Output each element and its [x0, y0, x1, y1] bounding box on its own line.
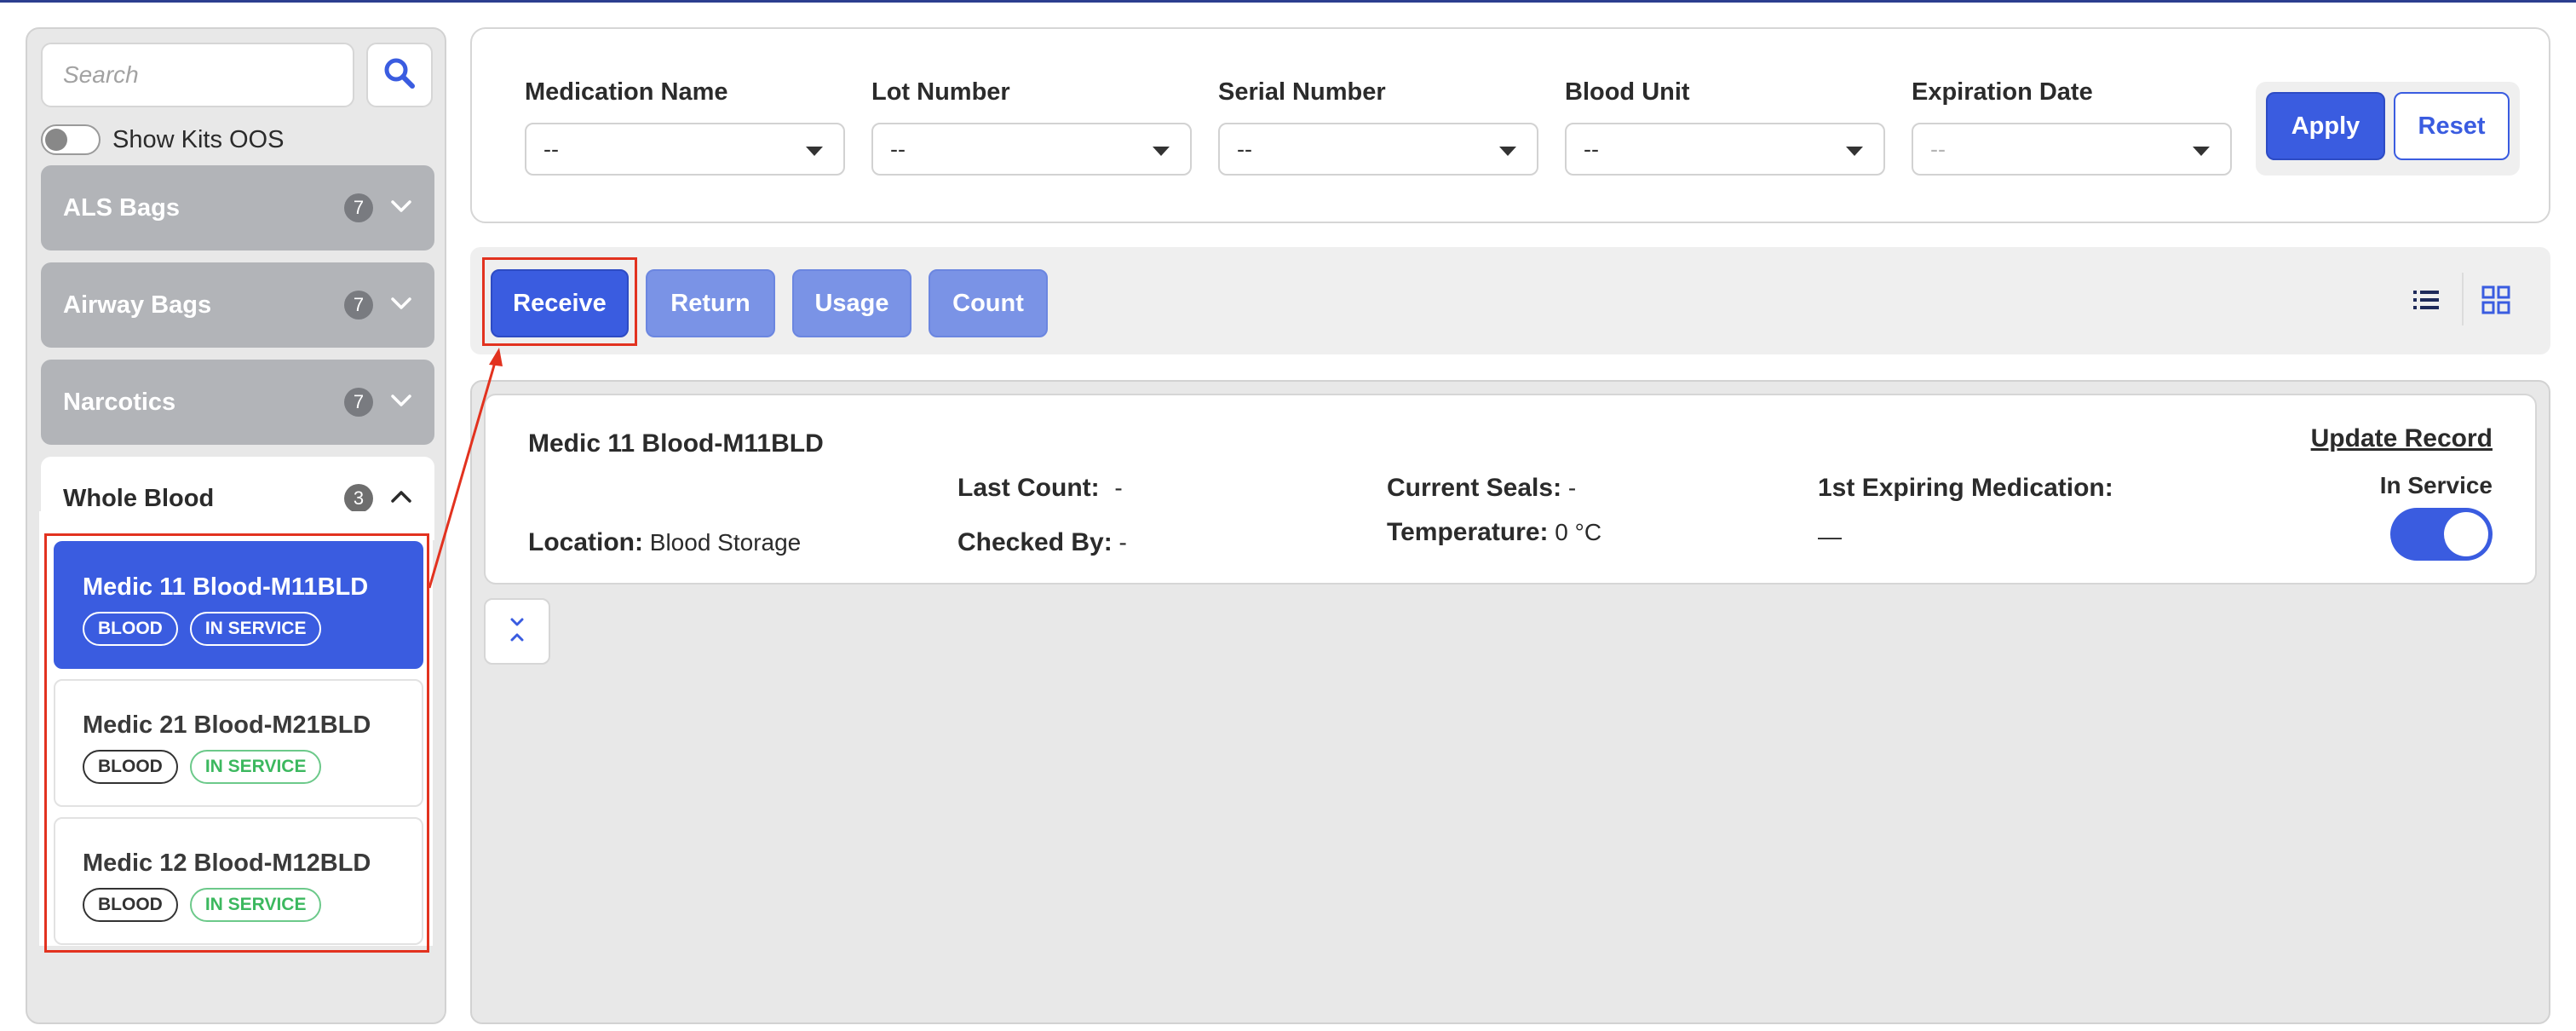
kit-card-m11bld[interactable]: Medic 11 Blood-M11BLD BLOOD IN SERVICE [54, 541, 423, 669]
select-value: -- [1237, 135, 1252, 162]
filter-button-group: Apply Reset [2256, 82, 2520, 176]
filter-label: Medication Name [525, 78, 728, 106]
filter-label: Serial Number [1218, 78, 1386, 106]
location-field: Location: Blood Storage [528, 528, 801, 557]
kit-type-badge: BLOOD [83, 612, 178, 646]
filter-label: Expiration Date [1912, 78, 2093, 106]
caret-down-icon [1499, 147, 1516, 156]
expiration-date-select[interactable]: -- [1912, 123, 2232, 176]
search-button[interactable] [366, 43, 433, 107]
chevron-up-icon [390, 489, 412, 509]
location-label: Location: [528, 528, 643, 556]
kit-card-m21bld[interactable]: Medic 21 Blood-M21BLD BLOOD IN SERVICE [54, 679, 423, 807]
toggle-knob [45, 129, 67, 151]
group-label: Narcotics [63, 388, 176, 416]
show-kits-oos-toggle-row: Show Kits OOS [41, 118, 284, 162]
checked-by-label: Checked By: [957, 528, 1113, 556]
kit-title: Medic 12 Blood-M12BLD [83, 850, 371, 877]
filter-label: Lot Number [871, 78, 1010, 106]
filter-expiration-date: Expiration Date -- [1912, 78, 2232, 176]
first-expiring-label: 1st Expiring Medication: [1818, 474, 2113, 502]
group-airway-bags[interactable]: Airway Bags 7 [41, 262, 434, 348]
usage-button[interactable]: Usage [792, 269, 911, 337]
record-title: Medic 11 Blood-M11BLD [528, 429, 824, 458]
show-kits-oos-toggle[interactable] [41, 124, 101, 155]
kit-title: Medic 11 Blood-M11BLD [83, 573, 369, 601]
update-record-link[interactable]: Update Record [2311, 424, 2493, 453]
temperature-field: Temperature: 0 °C [1387, 518, 1601, 547]
kit-card-m12bld[interactable]: Medic 12 Blood-M12BLD BLOOD IN SERVICE [54, 817, 423, 945]
select-value: -- [890, 135, 906, 162]
collapse-all-button[interactable] [484, 598, 550, 665]
group-count-badge: 7 [344, 388, 373, 417]
kit-status-badge: IN SERVICE [189, 888, 322, 922]
filter-panel: Medication Name -- Lot Number -- Serial … [470, 27, 2550, 223]
caret-down-icon [1153, 147, 1170, 156]
last-count-field: Last Count: - [957, 474, 1123, 503]
chevron-down-icon [390, 296, 412, 315]
filter-medication-name: Medication Name -- [525, 78, 845, 176]
search-icon [382, 56, 417, 95]
last-count-value: - [1114, 475, 1123, 501]
current-seals-value: - [1567, 475, 1577, 501]
filter-lot-number: Lot Number -- [871, 78, 1192, 176]
top-accent-line [0, 0, 2576, 3]
apply-button[interactable]: Apply [2266, 92, 2385, 160]
record-card: Medic 11 Blood-M11BLD Location: Blood St… [484, 394, 2537, 585]
blood-unit-select[interactable]: -- [1565, 123, 1885, 176]
group-count-badge: 7 [344, 193, 373, 222]
filter-serial-number: Serial Number -- [1218, 78, 1538, 176]
group-als-bags[interactable]: ALS Bags 7 [41, 165, 434, 251]
kit-title: Medic 21 Blood-M21BLD [83, 711, 371, 739]
kit-type-badge: BLOOD [83, 750, 178, 784]
reset-button[interactable]: Reset [2394, 92, 2510, 160]
temperature-value: 0 °C [1555, 519, 1602, 545]
in-service-label: In Service [2379, 472, 2493, 498]
group-label: ALS Bags [63, 193, 180, 222]
medication-name-select[interactable]: -- [525, 123, 845, 176]
first-expiring-field: 1st Expiring Medication: [1818, 474, 2113, 503]
kit-type-badge: BLOOD [83, 888, 178, 922]
group-narcotics[interactable]: Narcotics 7 [41, 360, 434, 445]
kit-status-badge: IN SERVICE [189, 612, 322, 646]
group-label: Airway Bags [63, 291, 212, 319]
last-count-label: Last Count: [957, 474, 1100, 502]
kit-list-highlight: Medic 11 Blood-M11BLD BLOOD IN SERVICE M… [44, 533, 429, 953]
filter-label: Blood Unit [1565, 78, 1690, 106]
lot-number-select[interactable]: -- [871, 123, 1192, 176]
chevron-down-icon [390, 393, 412, 412]
location-value: Blood Storage [649, 529, 802, 556]
collapse-chevrons-icon [507, 617, 527, 647]
select-value: -- [543, 135, 559, 162]
caret-down-icon [806, 147, 823, 156]
search-input[interactable] [41, 43, 354, 107]
count-button[interactable]: Count [929, 269, 1048, 337]
toggle-knob [2444, 512, 2488, 556]
chevron-down-icon [390, 199, 412, 218]
first-expiring-value: — [1818, 523, 1842, 550]
group-count-badge: 7 [344, 291, 373, 320]
checked-by-value: - [1118, 529, 1127, 556]
grid-view-icon[interactable] [2479, 283, 2513, 317]
current-seals-field: Current Seals: - [1387, 474, 1576, 503]
view-toggle-divider [2462, 273, 2464, 325]
temperature-label: Temperature: [1387, 518, 1549, 546]
kit-status-badge: IN SERVICE [189, 750, 322, 784]
caret-down-icon [1846, 147, 1863, 156]
filter-blood-unit: Blood Unit -- [1565, 78, 1885, 176]
checked-by-field: Checked By: - [957, 528, 1127, 557]
select-value: -- [1930, 135, 1946, 162]
group-label: Whole Blood [63, 484, 215, 512]
list-view-icon[interactable] [2409, 283, 2443, 317]
current-seals-label: Current Seals: [1387, 474, 1562, 502]
group-count-badge: 3 [344, 484, 373, 513]
receive-highlight-box [482, 257, 637, 346]
caret-down-icon [2193, 147, 2210, 156]
in-service-toggle[interactable] [2390, 508, 2493, 561]
show-kits-oos-label: Show Kits OOS [112, 125, 285, 153]
return-button[interactable]: Return [646, 269, 775, 337]
serial-number-select[interactable]: -- [1218, 123, 1538, 176]
action-bar [470, 247, 2550, 354]
select-value: -- [1584, 135, 1599, 162]
